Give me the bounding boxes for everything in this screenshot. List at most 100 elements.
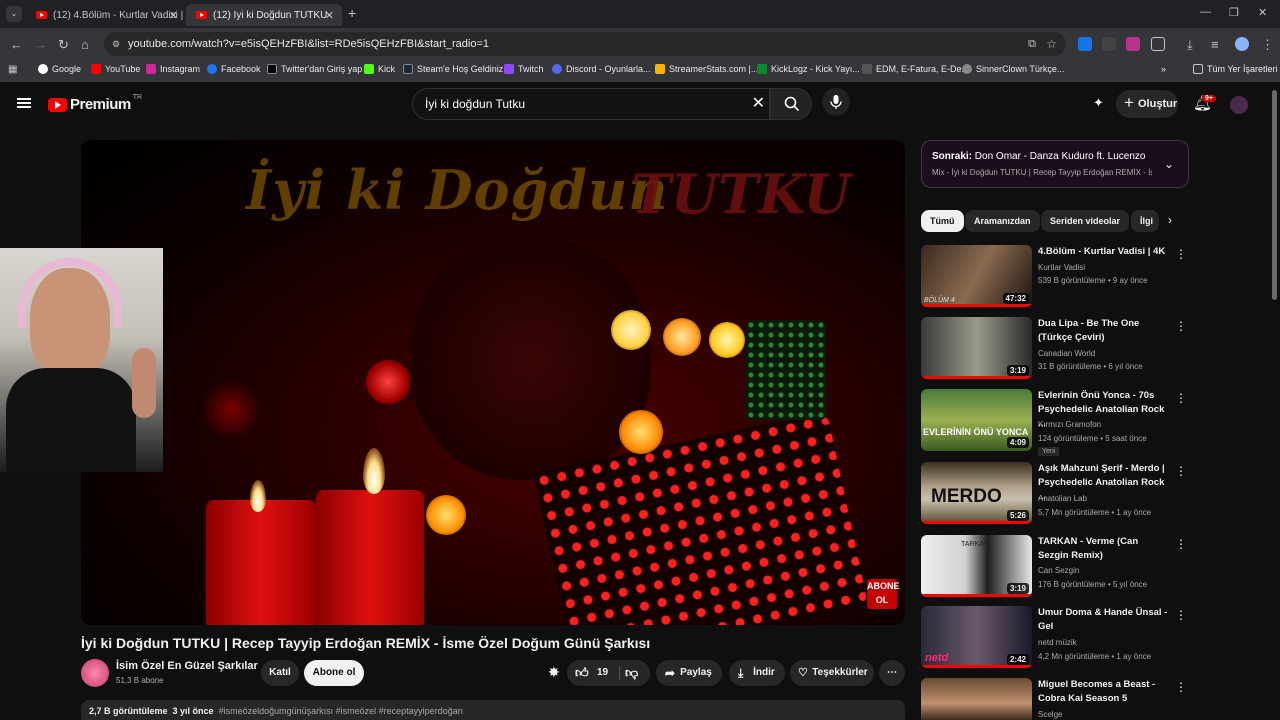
extension-icon[interactable]: [1078, 37, 1092, 51]
profile-icon[interactable]: [1235, 37, 1249, 51]
item-channel: Scelge: [1038, 710, 1063, 719]
chip-series[interactable]: Seriden videolar: [1041, 210, 1130, 232]
chip-all[interactable]: Tümü: [921, 210, 964, 232]
bookmark-star-icon[interactable]: ☆: [1046, 32, 1057, 56]
more-icon[interactable]: ⋮: [1175, 391, 1187, 405]
close-tab-icon[interactable]: ✕: [325, 9, 334, 22]
youtube-header: PremiumTR İyi ki doğdun Tutku ✕ ✦ Oluştu…: [0, 82, 1280, 126]
media-icon[interactable]: ≡: [1211, 37, 1219, 52]
channel-name[interactable]: İsim Özel En Güzel Şarkılar: [116, 660, 258, 672]
watch-progress: [921, 665, 1032, 668]
cast-icon[interactable]: ✦: [1093, 95, 1104, 111]
description-box[interactable]: 2,7 B görüntüleme 3 yıl önce #ismeözeldo…: [81, 700, 905, 720]
divider: [619, 666, 620, 680]
site-info-icon[interactable]: ⚙: [112, 32, 120, 56]
tab-tutku[interactable]: (12) İyi ki Doğdun TUTKU | Recep ✕: [186, 4, 342, 26]
mix-subtitle: Mix - İyi ki Doğdun TUTKU | Recep Tayyip…: [932, 168, 1152, 177]
chip-from-search[interactable]: Aramanızdan: [965, 210, 1040, 232]
create-button[interactable]: Oluştur: [1116, 89, 1178, 118]
bookmark-kick[interactable]: Kick: [364, 64, 395, 74]
duration-badge: 2:42: [1006, 654, 1029, 665]
more-icon[interactable]: ⋮: [1175, 319, 1187, 333]
url-field[interactable]: ⚙ youtube.com/watch?v=e5isQEHzFBI&list=R…: [104, 32, 1066, 56]
item-channel: Kurtlar Vadisi: [1038, 263, 1085, 272]
more-icon[interactable]: ⋮: [1175, 608, 1187, 622]
bookmark-youtube[interactable]: YouTube: [91, 64, 140, 74]
bookmark-twitch[interactable]: Twitch: [504, 64, 544, 74]
share-button[interactable]: ➦ Paylaş: [656, 660, 722, 686]
item-meta: 124 görüntüleme • 5 saat önce: [1038, 434, 1147, 443]
close-window-icon[interactable]: ✕: [1258, 6, 1267, 19]
channel-avatar[interactable]: [81, 659, 109, 687]
maximize-icon[interactable]: ❐: [1229, 6, 1239, 19]
all-bookmarks[interactable]: Tüm Yer İşaretleri: [1193, 64, 1278, 74]
list-item[interactable]: EVLERİNİN ÖNÜ YONCA 4:09 Evlerinin Önü Y…: [921, 389, 1189, 456]
install-icon[interactable]: ⧉: [1028, 32, 1036, 56]
back-icon[interactable]: ←: [10, 37, 23, 52]
chip-related[interactable]: İlgi: [1131, 210, 1159, 232]
tab-kurtlar-vadisi[interactable]: (12) 4.Bölüm - Kurtlar Vadisi | 4K ✕: [26, 4, 186, 26]
download-icon[interactable]: ⤓: [1187, 37, 1193, 53]
search-button[interactable]: [770, 88, 812, 120]
account-avatar[interactable]: [1230, 96, 1248, 114]
thanks-button[interactable]: ♡ Teşekkürler: [790, 660, 874, 686]
extension-icon[interactable]: [1102, 37, 1116, 51]
forward-icon[interactable]: →: [34, 37, 47, 52]
dislike-button[interactable]: 👎︎: [625, 660, 638, 686]
like-button[interactable]: 👍︎ 19: [575, 660, 619, 686]
youtube-premium-logo[interactable]: Premium TR: [48, 94, 142, 113]
video-player[interactable]: İyi ki Doğdun TUTKU ABONE OL: [81, 140, 905, 625]
chevron-right-icon[interactable]: ›: [1168, 213, 1172, 227]
subscribe-button[interactable]: Abone ol: [304, 660, 364, 686]
minimize-icon[interactable]: —: [1200, 6, 1211, 18]
list-item[interactable]: Miguel Becomes a Beast - Cobra Kai Seaso…: [921, 678, 1189, 720]
item-channel: Anatolian Lab: [1038, 494, 1087, 503]
more-icon[interactable]: ⋮: [1175, 464, 1187, 478]
tab-search-icon[interactable]: ⌄: [6, 6, 22, 22]
candle: [206, 500, 316, 625]
list-item[interactable]: netd 2:42 Umur Doma & Hande Ünsal - Gel …: [921, 606, 1189, 672]
close-tab-icon[interactable]: ✕: [169, 9, 178, 22]
bookmark-facebook[interactable]: Facebook: [207, 64, 261, 74]
duration-badge: 3:19: [1006, 365, 1029, 376]
bookmark-streamerstats[interactable]: StreamerStats.com |...: [655, 64, 758, 74]
extension-icon[interactable]: [1126, 37, 1140, 51]
list-item[interactable]: 3:19 Dua Lipa - Be The One (Türkçe Çevir…: [921, 317, 1189, 383]
search-input[interactable]: İyi ki doğdun Tutku ✕: [412, 88, 770, 120]
list-item[interactable]: BÖLÜM 4 47:32 4.Bölüm - Kurtlar Vadisi |…: [921, 245, 1189, 311]
reload-icon[interactable]: ↻: [58, 37, 69, 53]
join-button[interactable]: Katıl: [261, 660, 299, 686]
bookmark-steam[interactable]: Steam'e Hoş Geldiniz: [403, 64, 503, 74]
voice-search-button[interactable]: [822, 88, 850, 116]
bookmark-twitter[interactable]: Twitter'dan Giriş yap: [267, 64, 362, 74]
bookmark-kicklogz[interactable]: KickLogz - Kick Yayı...: [757, 64, 860, 74]
home-icon[interactable]: ⌂: [81, 37, 89, 52]
bookmark-google[interactable]: Google: [38, 64, 81, 74]
more-icon[interactable]: ⋮: [1175, 247, 1187, 261]
sparkle-icon[interactable]: ✸: [548, 664, 560, 681]
more-bookmarks-icon[interactable]: »: [1161, 64, 1166, 74]
up-next-panel[interactable]: Sonraki: Don Omar - Danza Kuduro ft. Luc…: [921, 140, 1189, 188]
clear-search-icon[interactable]: ✕: [752, 89, 765, 119]
list-item[interactable]: MERDO 5:26 Aşık Mahzuni Şerif - Merdo | …: [921, 462, 1189, 528]
chevron-down-icon[interactable]: ⌄: [1164, 157, 1174, 171]
more-icon[interactable]: ⋮: [1175, 537, 1187, 551]
hashtags[interactable]: #ismeözeldoğumgünüşarkısı #ismeözel #rec…: [219, 706, 463, 716]
new-tab-icon[interactable]: +: [348, 5, 356, 21]
bokeh-light: [201, 380, 261, 440]
download-icon: ⤓: [738, 666, 744, 680]
download-button[interactable]: ⤓ İndir: [729, 660, 785, 686]
bookmark-edm[interactable]: EDM, E-Fatura, E-De...: [862, 64, 969, 74]
hamburger-menu-icon[interactable]: [17, 98, 31, 108]
more-actions-button[interactable]: ⋯: [879, 660, 905, 686]
extensions-puzzle-icon[interactable]: [1151, 37, 1165, 51]
apps-icon[interactable]: ▦: [8, 64, 17, 75]
bookmark-sinnerclown[interactable]: SinnerClown Türkçe...: [962, 64, 1064, 74]
list-item[interactable]: TARKAN 3:19 TARKAN - Verme (Can Sezgin R…: [921, 535, 1189, 601]
page-scrollbar[interactable]: [1272, 90, 1277, 300]
more-icon[interactable]: ⋮: [1175, 680, 1187, 694]
bookmark-instagram[interactable]: Instagram: [146, 64, 200, 74]
menu-icon[interactable]: ⋮: [1261, 37, 1274, 53]
search-value: İyi ki doğdun Tutku: [425, 97, 526, 111]
bookmark-discord[interactable]: Discord - Oyunlarla...: [552, 64, 651, 74]
